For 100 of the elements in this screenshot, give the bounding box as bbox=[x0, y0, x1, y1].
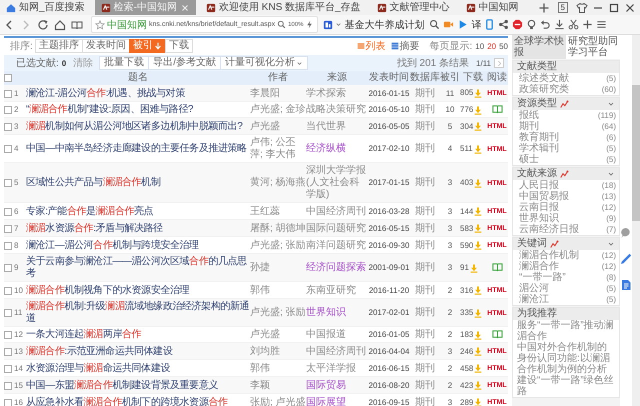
author-names[interactable]: 屠酥; 胡德坤 bbox=[250, 222, 306, 235]
filter-link[interactable]: 云南经济日报 (7) bbox=[513, 224, 619, 235]
recommended-link[interactable]: 服务“一带一路”推动澜湄合作 bbox=[513, 320, 619, 342]
author-names[interactable]: 卢光盛 bbox=[250, 120, 306, 133]
source-name[interactable]: 国际展望 bbox=[306, 396, 368, 406]
page-size-link[interactable]: 10 bbox=[475, 42, 484, 50]
source-name[interactable]: 深圳大学学报(人文社会科学版) bbox=[306, 165, 368, 202]
article-title[interactable]: 中国—中南半岛经济走廊建设的主要任务及推进策略 bbox=[26, 143, 250, 156]
recommended-link[interactable]: 建设“一带一路”绿色丝路 bbox=[513, 375, 619, 397]
author-names[interactable]: 郭伟 bbox=[250, 362, 306, 375]
promo-tile[interactable]: 全球学术快报 bbox=[512, 35, 566, 59]
source-name[interactable]: 学术探索 bbox=[306, 88, 368, 100]
citation-count[interactable]: 3 bbox=[440, 222, 460, 235]
filter-link[interactable]: 人民日报 (18) bbox=[513, 180, 619, 191]
author-names[interactable]: 卢光盛; 张励 bbox=[250, 240, 306, 252]
article-title[interactable]: 一条大河连起澜湄两岸合作 bbox=[26, 329, 250, 342]
article-title[interactable]: 澜湄合作机制视角下的水资源安全治理 bbox=[26, 284, 250, 297]
browser-tab[interactable]: 欢迎使用 KNS 数据库平台_存盘 bbox=[200, 0, 367, 15]
action-button[interactable]: 计量可视化分析 bbox=[220, 56, 308, 70]
author-names[interactable]: 卢光盛 bbox=[250, 329, 306, 342]
author-names[interactable]: 卢光盛; 张励 bbox=[250, 307, 306, 320]
source-name[interactable]: 国际贸易 bbox=[306, 380, 368, 392]
source-name[interactable]: 东南亚研究 bbox=[306, 284, 368, 297]
sort-button[interactable]: 下载 bbox=[164, 39, 193, 53]
article-title[interactable]: 专家:产能合作是澜湄合作亮点 bbox=[26, 206, 250, 218]
citation-count[interactable]: 3 bbox=[440, 396, 460, 406]
article-title[interactable]: 区域性公共产品与澜湄合作机制 bbox=[26, 177, 250, 190]
sort-button[interactable]: 主题排序 bbox=[34, 39, 83, 53]
article-title[interactable]: 关于云南参与澜沧江——湄公河次区域合作的几点思考 bbox=[26, 256, 250, 280]
filter-link[interactable]: 期刊 (64) bbox=[513, 121, 619, 132]
article-title[interactable]: 中国—东盟澜湄合作机制建设背景及重要意义 bbox=[26, 380, 250, 392]
recommended-link[interactable]: 中国对外合作机制的身份认同功能:以澜湄合作机制为例的分析 bbox=[513, 342, 619, 375]
source-name[interactable]: 中国经济周刊 bbox=[306, 206, 368, 218]
filter-link[interactable]: 硕士 (5) bbox=[513, 154, 619, 165]
source-name[interactable]: 国际问题研究 bbox=[306, 222, 368, 235]
tab-count[interactable]: 5 bbox=[558, 2, 568, 13]
article-title[interactable]: 澜沧江-湄公河合作:机遇、挑战与对策 bbox=[26, 88, 250, 100]
article-title[interactable]: 水资源治理与澜湄命运共同体建设 bbox=[26, 362, 250, 375]
citation-count[interactable]: 3 bbox=[440, 240, 460, 252]
action-button[interactable]: 导出/参考文献 bbox=[148, 56, 222, 70]
filter-link[interactable]: 澜湄合作机制 (12) bbox=[513, 250, 619, 261]
author-names[interactable]: 郭伟 bbox=[250, 284, 306, 297]
filter-link[interactable]: “一带一路” (8) bbox=[513, 272, 619, 283]
author-names[interactable]: 黄河; 杨海燕 bbox=[250, 177, 306, 190]
filter-link[interactable]: 政策研究类 (60) bbox=[513, 84, 619, 95]
source-name[interactable]: 经济纵横 bbox=[306, 143, 368, 156]
author-names[interactable]: 卢光盛; 金珍 bbox=[250, 104, 306, 116]
sort-button[interactable]: 发表时间 bbox=[82, 39, 130, 53]
filter-link[interactable]: 综述类文献 (5) bbox=[513, 73, 619, 84]
view-button[interactable]: 摘要 bbox=[390, 39, 420, 53]
author-names[interactable]: 李晨阳 bbox=[250, 88, 306, 100]
filter-link[interactable]: 澜湄合作 (12) bbox=[513, 261, 619, 272]
translate-button[interactable]: 译 bbox=[471, 18, 482, 32]
bookmark-button[interactable]: 基金大牛养成计划 bbox=[321, 18, 426, 32]
citation-count[interactable]: 2 bbox=[440, 380, 460, 392]
browser-tab[interactable]: 中国知网 bbox=[460, 0, 525, 15]
author-names[interactable]: 卢伟; 公丕萍; 李大伟 bbox=[250, 137, 306, 162]
source-name[interactable]: 中国经济周刊 bbox=[306, 346, 368, 358]
browser-tab[interactable]: 知网_百度搜索 bbox=[0, 0, 91, 15]
citation-count[interactable]: 3 bbox=[440, 346, 460, 358]
citation-count[interactable]: 10 bbox=[440, 104, 460, 116]
article-title[interactable]: 澜湄水资源合作:矛盾与解决路径 bbox=[26, 222, 250, 235]
filter-link[interactable]: 世界知识 (9) bbox=[513, 213, 619, 224]
citation-count[interactable]: 3 bbox=[440, 262, 460, 274]
source-name[interactable]: 太平洋学报 bbox=[306, 362, 368, 375]
author-names[interactable]: 李颖 bbox=[250, 380, 306, 392]
citation-count[interactable]: 3 bbox=[440, 177, 460, 190]
citation-count[interactable]: 2 bbox=[440, 329, 460, 342]
article-title[interactable]: 澜湄机制如何从湄公河地区诸多边机制中脱颖而出? bbox=[26, 120, 250, 133]
citation-count[interactable]: 2 bbox=[440, 284, 460, 297]
citation-count[interactable]: 2 bbox=[440, 362, 460, 375]
article-title[interactable]: 澜湄合作:示范亚洲命运共同体建设 bbox=[26, 346, 250, 358]
browser-tab[interactable]: 文献管理中心 bbox=[370, 0, 456, 15]
article-title[interactable]: 澜湄合作机制:升级澜湄流域地缘政治经济架构的新通道 bbox=[26, 301, 250, 326]
source-name[interactable]: 南洋问题研究 bbox=[306, 240, 368, 252]
page-size-link[interactable]: 20 bbox=[487, 42, 496, 50]
source-name[interactable]: 战略决策研究 bbox=[306, 104, 368, 116]
filter-link[interactable]: 湄公河 (5) bbox=[513, 283, 619, 294]
author-names[interactable]: 王红蕊 bbox=[250, 206, 306, 218]
filter-link[interactable]: 学术辑刊 (5) bbox=[513, 143, 619, 154]
source-name[interactable]: 中国报道 bbox=[306, 329, 368, 342]
citation-count[interactable]: 11 bbox=[440, 88, 460, 100]
page-size-link[interactable]: 50 bbox=[499, 42, 508, 50]
author-names[interactable]: 刘均胜 bbox=[250, 346, 306, 358]
citation-count[interactable]: 4 bbox=[440, 143, 460, 156]
filter-link[interactable]: 云南日报 (12) bbox=[513, 202, 619, 213]
article-title[interactable]: “澜湄合作机制”建设:原因、困难与路径? bbox=[26, 104, 250, 116]
source-name[interactable]: 经济问题探索 bbox=[306, 262, 368, 274]
action-button[interactable]: 批量下载 bbox=[99, 56, 150, 70]
author-names[interactable]: 张励; 卢光盛 bbox=[250, 396, 306, 406]
filter-link[interactable]: 澜沧江 (5) bbox=[513, 294, 619, 305]
filter-link[interactable]: 报纸 (119) bbox=[513, 110, 619, 121]
filter-link[interactable]: 教育期刊 (6) bbox=[513, 132, 619, 143]
citation-count[interactable]: 5 bbox=[440, 120, 460, 133]
citation-count[interactable]: 2 bbox=[440, 307, 460, 320]
source-name[interactable]: 世界知识 bbox=[306, 307, 368, 320]
sort-button[interactable]: 被引 bbox=[128, 39, 166, 53]
article-title[interactable]: 从应急补水看澜湄合作机制下的跨境水资源合作 bbox=[26, 396, 250, 406]
promo-tile[interactable]: 研究型助同学习平台 bbox=[566, 35, 620, 59]
filter-link[interactable]: 中国贸易报 (13) bbox=[513, 191, 619, 202]
